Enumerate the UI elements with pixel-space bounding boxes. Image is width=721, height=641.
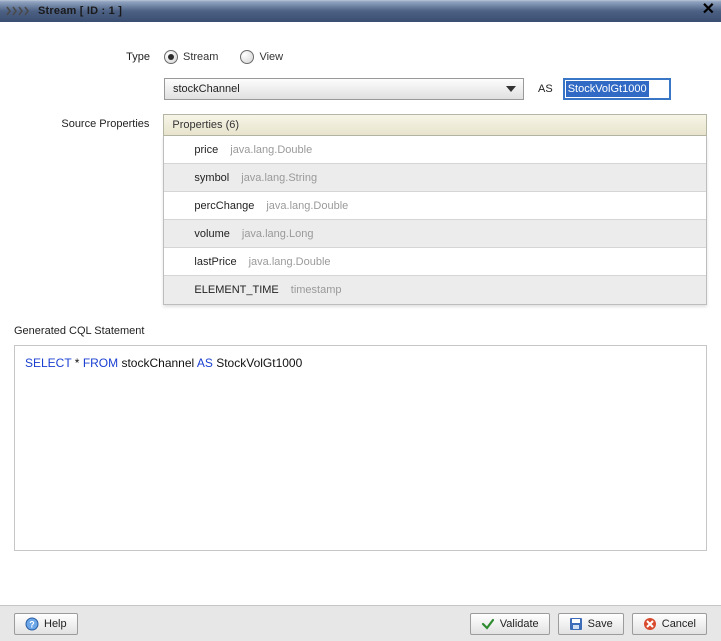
table-row[interactable]: volume java.lang.Long (164, 220, 706, 248)
radio-label: Stream (183, 51, 218, 63)
table-row[interactable]: percChange java.lang.Double (164, 192, 706, 220)
window-title: Stream [ ID : 1 ] (38, 5, 122, 17)
titlebar-chevrons-icon (6, 5, 34, 17)
table-row[interactable]: ELEMENT_TIME timestamp (164, 276, 706, 304)
properties-table: price java.lang.Double symbol java.lang.… (163, 136, 707, 305)
svg-text:?: ? (29, 619, 35, 629)
save-button[interactable]: Save (558, 613, 624, 635)
table-row[interactable]: price java.lang.Double (164, 136, 706, 164)
footer-bar: ? Help Validate Save Cancel (0, 605, 721, 641)
generated-cql-label: Generated CQL Statement (14, 325, 707, 337)
type-radio-stream[interactable]: Stream (164, 50, 218, 64)
table-row[interactable]: symbol java.lang.String (164, 164, 706, 192)
as-label: AS (538, 83, 553, 95)
cql-text: stockChannel (118, 356, 197, 370)
chevron-down-icon (503, 81, 519, 97)
validate-button[interactable]: Validate (470, 613, 550, 635)
type-radio-view[interactable]: View (240, 50, 283, 64)
as-input[interactable]: StockVolGt1000 (563, 78, 671, 100)
cql-keyword: AS (197, 356, 213, 370)
radio-icon (240, 50, 254, 64)
cancel-button[interactable]: Cancel (632, 613, 707, 635)
prop-type: java.lang.Double (266, 200, 348, 212)
save-icon (569, 617, 583, 631)
generated-cql-box: SELECT * FROM stockChannel AS StockVolGt… (14, 345, 707, 551)
prop-type: java.lang.String (241, 172, 317, 184)
help-icon: ? (25, 617, 39, 631)
cancel-icon (643, 617, 657, 631)
button-label: Help (44, 618, 67, 630)
source-dropdown[interactable]: stockChannel (164, 78, 524, 100)
cql-text: StockVolGt1000 (213, 356, 302, 370)
dropdown-value: stockChannel (173, 83, 240, 95)
type-label: Type (14, 51, 164, 63)
titlebar: Stream [ ID : 1 ] ✕ (0, 0, 721, 22)
check-icon (481, 617, 495, 631)
prop-type: timestamp (291, 284, 342, 296)
button-label: Validate (500, 618, 539, 630)
help-button[interactable]: ? Help (14, 613, 78, 635)
prop-name: symbol (194, 172, 229, 184)
properties-header: Properties (6) (163, 114, 707, 136)
prop-type: java.lang.Double (230, 144, 312, 156)
prop-name: volume (194, 228, 229, 240)
cql-keyword: SELECT (25, 356, 71, 370)
dialog-content: Type Stream View stockChannel AS StockV (0, 22, 721, 587)
prop-name: price (194, 144, 218, 156)
button-label: Cancel (662, 618, 696, 630)
prop-type: java.lang.Long (242, 228, 314, 240)
prop-name: percChange (194, 200, 254, 212)
cql-keyword: FROM (83, 356, 118, 370)
table-row[interactable]: lastPrice java.lang.Double (164, 248, 706, 276)
as-input-value: StockVolGt1000 (566, 81, 649, 97)
prop-type: java.lang.Double (249, 256, 331, 268)
radio-label: View (259, 51, 283, 63)
prop-name: ELEMENT_TIME (194, 284, 278, 296)
prop-name: lastPrice (194, 256, 236, 268)
radio-icon (164, 50, 178, 64)
close-icon[interactable]: ✕ (702, 2, 715, 18)
button-label: Save (588, 618, 613, 630)
source-properties-label: Source Properties (14, 114, 163, 130)
cql-text: * (71, 356, 82, 370)
